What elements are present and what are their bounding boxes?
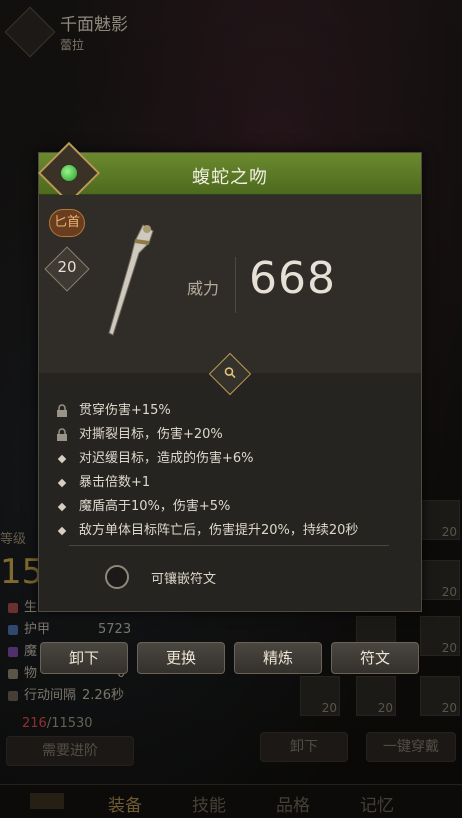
section-divider <box>69 545 389 546</box>
refine-button[interactable]: 精炼 <box>234 642 322 674</box>
attribute-row: 魔盾高于10%，伤害+5% <box>55 495 405 519</box>
search-icon <box>224 367 236 379</box>
power-value: 668 <box>249 253 336 304</box>
dagger-icon <box>108 224 154 336</box>
item-actions: 卸下 更换 精炼 符文 <box>38 642 422 676</box>
weapon-type-badge: 匕首 <box>49 209 85 237</box>
item-level: 20 <box>57 258 77 276</box>
item-detail-popup: 蝮蛇之吻 匕首 20 威力 668 贯穿伤害+15% 对撕裂目标，伤害+20% <box>37 141 422 612</box>
rune-socket-label: 可镶嵌符文 <box>151 572 217 587</box>
attribute-text: 暴击倍数+1 <box>79 475 151 490</box>
attribute-list: 贯穿伤害+15% 对撕裂目标，伤害+20% 对迟缓目标，造成的伤害+6% 暴击倍… <box>55 399 405 543</box>
attribute-text: 对撕裂目标，伤害+20% <box>79 427 223 442</box>
attribute-row: 对撕裂目标，伤害+20% <box>55 423 405 447</box>
attribute-text: 魔盾高于10%，伤害+5% <box>79 499 231 514</box>
attribute-text: 敌方单体目标阵亡后，伤害提升20%，持续20秒 <box>79 523 359 538</box>
diamond-bullet-icon <box>57 526 67 536</box>
diamond-bullet-icon <box>57 478 67 488</box>
replace-button[interactable]: 更换 <box>137 642 225 674</box>
rune-socket-icon[interactable] <box>105 565 129 589</box>
attribute-row: 敌方单体目标阵亡后，伤害提升20%，持续20秒 <box>55 519 405 543</box>
diamond-bullet-icon <box>57 454 67 464</box>
attribute-row: 暴击倍数+1 <box>55 471 405 495</box>
lock-icon <box>57 404 67 417</box>
unequip-button[interactable]: 卸下 <box>40 642 128 674</box>
power-divider <box>235 257 236 313</box>
attribute-text: 对迟缓目标，造成的伤害+6% <box>79 451 254 466</box>
lock-icon <box>57 428 67 441</box>
attribute-row: 对迟缓目标，造成的伤害+6% <box>55 447 405 471</box>
attribute-text: 贯穿伤害+15% <box>79 403 171 418</box>
attribute-row: 贯穿伤害+15% <box>55 399 405 423</box>
power-label: 威力 <box>187 279 220 298</box>
diamond-bullet-icon <box>57 502 67 512</box>
rune-button[interactable]: 符文 <box>331 642 419 674</box>
item-summary-panel: 匕首 20 威力 668 <box>39 195 421 373</box>
